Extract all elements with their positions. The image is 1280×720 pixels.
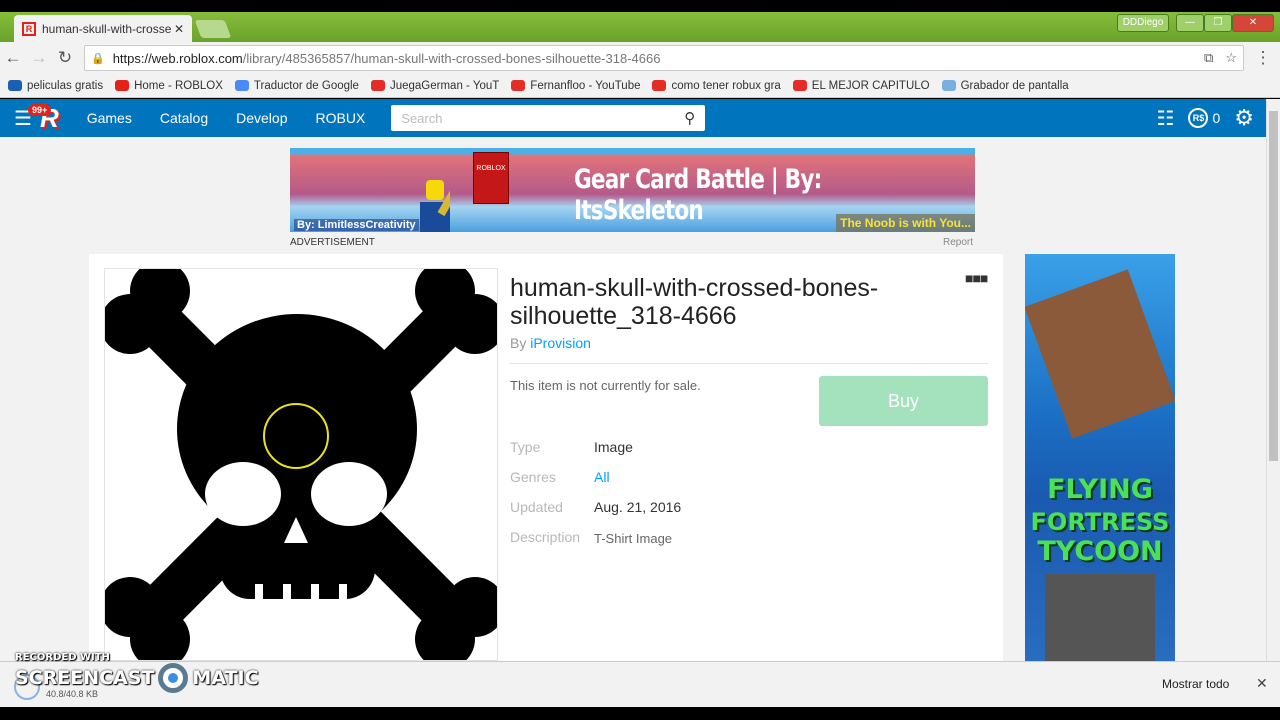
- youtube-icon: [792, 80, 807, 91]
- bookmark-label: Grabador de pantalla: [960, 79, 1069, 92]
- browser-tab[interactable]: R human-skull-with-crosse ✕: [14, 15, 192, 42]
- buy-button[interactable]: Buy: [819, 376, 988, 426]
- close-window-button[interactable]: ✕: [1232, 14, 1274, 32]
- robux-icon[interactable]: R$: [1188, 108, 1209, 128]
- watermark-top: RECORDED WITH: [15, 652, 110, 663]
- updated-label: Updated: [510, 499, 563, 515]
- translate-icon[interactable]: ⧉: [1204, 50, 1213, 66]
- bookmark-label: EL MEJOR CAPITULO: [811, 79, 930, 92]
- type-value: Image: [594, 439, 633, 455]
- more-options-icon[interactable]: ■■■: [965, 270, 988, 286]
- advertisement-label: ADVERTISEMENT: [290, 237, 375, 248]
- bookmark-item[interactable]: como tener robux gra: [652, 79, 781, 92]
- divider: [510, 363, 988, 364]
- record-icon: [941, 80, 956, 91]
- minimize-button[interactable]: —: [1176, 14, 1204, 32]
- bookmark-item[interactable]: JuegaGerman - YouT: [370, 79, 500, 92]
- url-path: /library/485365857/human-skull-with-cros…: [242, 50, 661, 66]
- translate-icon: [234, 80, 249, 91]
- report-ad-link[interactable]: Report: [943, 237, 973, 248]
- item-title: human-skull-with-crossed-bones-silhouett…: [510, 274, 879, 330]
- noob-figure-icon: [420, 180, 450, 232]
- address-bar[interactable]: 🔒 https://web.roblox.com /library/485365…: [84, 45, 1244, 71]
- search-input[interactable]: Search ⚲: [391, 105, 706, 131]
- notification-badge: 99+: [28, 104, 52, 116]
- ad-line-3: TYCOON: [1037, 536, 1163, 567]
- back-icon[interactable]: ←: [0, 48, 26, 68]
- ad-by: By: LimitlessCreativity: [294, 219, 419, 231]
- ad-character-image: [1025, 269, 1175, 439]
- by-prefix: By: [510, 335, 527, 351]
- ad-line-2: FORTRESS: [1030, 508, 1170, 536]
- roblox-icon: [115, 80, 130, 91]
- nav-games[interactable]: Games: [87, 110, 132, 126]
- url-host: https://web.roblox.com: [112, 50, 243, 66]
- banner-advertisement[interactable]: ROBLOX Gear Card Battle | By: ItsSkeleto…: [290, 148, 975, 232]
- type-label: Type: [510, 439, 541, 455]
- menu-kebab-icon[interactable]: ⋮: [1250, 48, 1276, 68]
- bookmark-item[interactable]: EL MEJOR CAPITULO: [792, 79, 930, 92]
- bookmark-label: peliculas gratis: [27, 79, 104, 92]
- roblox-navbar: ☰ 99+ R Games Catalog Develop ROBUX Sear…: [0, 99, 1266, 137]
- lock-icon: 🔒: [91, 52, 105, 65]
- close-download-bar-icon[interactable]: ✕: [1256, 675, 1268, 692]
- show-all-button[interactable]: Mostrar todo: [1162, 677, 1229, 691]
- screencast-logo-icon: [158, 663, 189, 693]
- browser-titlebar: [0, 12, 1280, 42]
- youtube-icon: [370, 80, 385, 91]
- gift-card-image: ROBLOX: [473, 152, 509, 204]
- nav-develop[interactable]: Develop: [236, 110, 287, 126]
- robux-balance[interactable]: 0: [1212, 110, 1220, 126]
- ad-fortress-image: [1045, 574, 1155, 661]
- genres-label: Genres: [510, 469, 556, 485]
- search-icon[interactable]: ⚲: [684, 109, 695, 127]
- youtube-icon: [652, 80, 667, 91]
- ad-tagline: The Noob is with You...: [836, 214, 975, 232]
- browser-toolbar: ← → ↻ 🔒 https://web.roblox.com /library/…: [0, 42, 1280, 74]
- sale-status: This item is not currently for sale.: [510, 378, 701, 393]
- ad-line-1: FLYING: [1047, 474, 1153, 505]
- description-label: Description: [510, 529, 581, 545]
- new-tab-button[interactable]: [194, 20, 232, 38]
- nav-catalog[interactable]: Catalog: [160, 110, 208, 126]
- messages-list-icon[interactable]: ☷: [1157, 106, 1175, 131]
- search-placeholder: Search: [401, 110, 443, 126]
- nav-robux[interactable]: ROBUX: [315, 110, 365, 126]
- forward-icon[interactable]: →: [26, 48, 52, 68]
- description-value: T-Shirt Image: [594, 531, 673, 546]
- bookmark-item[interactable]: Traductor de Google: [234, 79, 359, 92]
- maximize-button[interactable]: ❐: [1204, 14, 1232, 32]
- globe-icon: [8, 80, 22, 91]
- item-creator: By iProvision: [510, 335, 591, 351]
- profile-button[interactable]: DDDiego: [1117, 14, 1169, 32]
- bookmark-label: JuegaGerman - YouT: [389, 79, 500, 92]
- creator-link[interactable]: iProvision: [530, 335, 591, 351]
- settings-gear-icon[interactable]: ⚙: [1234, 105, 1254, 131]
- close-tab-icon[interactable]: ✕: [174, 22, 184, 36]
- cursor-highlight: [263, 403, 329, 469]
- bookmarks-bar: peliculas gratis Home - ROBLOX Traductor d…: [0, 74, 1280, 98]
- genres-link[interactable]: All: [594, 469, 610, 485]
- page-scrollbar[interactable]: [1266, 99, 1280, 661]
- bookmark-item[interactable]: Grabador de pantalla: [941, 79, 1069, 92]
- bookmark-item[interactable]: Home - ROBLOX: [115, 80, 223, 92]
- bookmark-star-icon[interactable]: ☆: [1225, 50, 1237, 66]
- bookmark-item[interactable]: peliculas gratis: [8, 80, 103, 92]
- bookmark-label: Fernanfloo - YouTube: [530, 79, 641, 92]
- reload-icon[interactable]: ↻: [52, 48, 78, 68]
- bookmark-label: Traductor de Google: [253, 79, 359, 92]
- updated-value: Aug. 21, 2016: [594, 499, 682, 515]
- screencast-watermark: RECORDED WITH SCREENCAST MATIC: [15, 652, 259, 693]
- youtube-icon: [511, 80, 526, 91]
- roblox-favicon-icon: R: [22, 21, 36, 36]
- tab-title: human-skull-with-crosse: [42, 21, 172, 36]
- watermark-left: SCREENCAST: [15, 667, 155, 689]
- skyscraper-advertisement[interactable]: FLYING FORTRESS TYCOON: [1025, 254, 1175, 661]
- bookmark-item[interactable]: Fernanfloo - YouTube: [511, 80, 640, 92]
- bookmark-label: Home - ROBLOX: [134, 79, 223, 92]
- watermark-right: MATIC: [192, 667, 259, 689]
- bookmark-label: como tener robux gra: [671, 79, 781, 92]
